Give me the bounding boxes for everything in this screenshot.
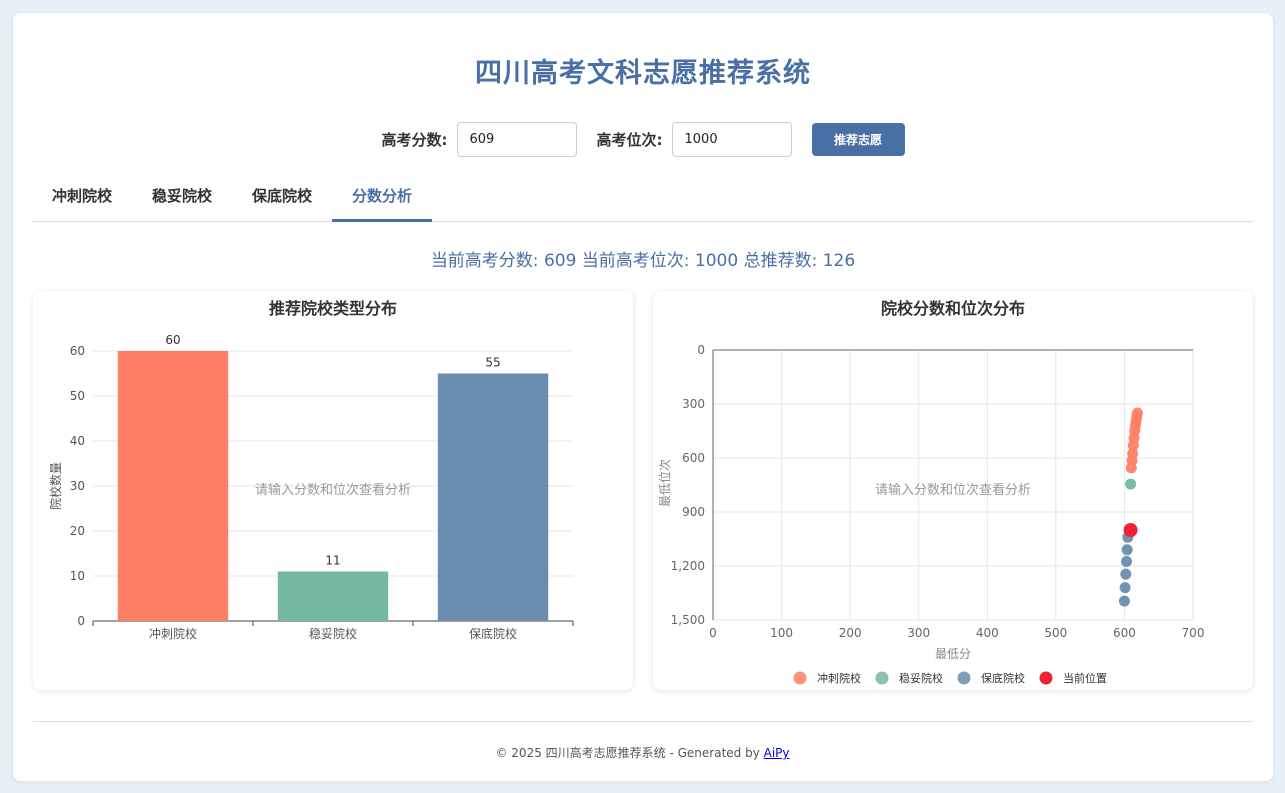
tab-bar: 冲刺院校 稳妥院校 保底院校 分数分析 <box>32 178 1253 222</box>
legend-label-1: 稳妥院校 <box>899 671 943 685</box>
bar-y-tick: 30 <box>70 479 85 493</box>
scatter-point-3 <box>1123 523 1138 537</box>
footer-link[interactable]: AiPy <box>764 746 790 760</box>
scatter-x-tick: 100 <box>770 626 793 640</box>
footer: © 2025 四川高考志愿推荐系统 - Generated by AiPy <box>0 744 1285 761</box>
scatter-point-2 <box>1120 568 1132 580</box>
bar-y-tick: 60 <box>70 344 85 358</box>
scatter-point-0 <box>1125 462 1137 474</box>
legend-label-0: 冲刺院校 <box>817 671 861 685</box>
recommend-button[interactable]: 推荐志愿 <box>811 122 905 156</box>
bar-y-tick: 20 <box>70 524 85 538</box>
bar-x-tick-label: 冲刺院校 <box>149 626 197 641</box>
query-form: 高考分数: 高考位次: 推荐志愿 <box>13 121 1273 157</box>
scatter-overlay-text: 请输入分数和位次查看分析 <box>875 482 1031 498</box>
scatter-x-tick: 0 <box>709 626 717 640</box>
scatter-point-2 <box>1119 582 1131 594</box>
bar-y-axis-label: 院校数量 <box>48 462 63 510</box>
scatter-chart: 0 100 200 300 400 500 600 700 0 300 600 900 1,200 1,5… <box>657 343 1205 685</box>
tab-chong[interactable]: 冲刺院校 <box>32 178 132 222</box>
scatter-y-tick: 0 <box>697 343 705 357</box>
bar-chart-card: 推荐院校类型分布 0 10 20 30 40 50 60 60 冲刺院校 11 稳妥院校 55 保底院校… <box>33 291 633 690</box>
scatter-x-axis-label: 最低分 <box>935 647 971 661</box>
bar-value-label: 11 <box>325 554 340 568</box>
footer-text: © 2025 四川高考志愿推荐系统 - Generated by <box>495 746 764 760</box>
bar-value-label: 60 <box>165 333 180 347</box>
legend-label-3: 当前位置 <box>1063 671 1107 685</box>
scatter-point-2 <box>1118 595 1130 607</box>
summary-text: 当前高考分数: 609 当前高考位次: 1000 总推荐数: 126 <box>430 251 856 271</box>
bar-chart: 0 10 20 30 40 50 60 60 冲刺院校 11 稳妥院校 55 保底院校 院校数量 请输入分数… <box>48 333 574 641</box>
bar-y-tick: 0 <box>77 614 85 628</box>
scatter-y-tick: 1,200 <box>671 559 705 573</box>
tab-bao[interactable]: 保底院校 <box>232 178 332 222</box>
scatter-y-tick: 600 <box>682 451 705 465</box>
bar-1 <box>277 571 389 621</box>
scatter-point-1 <box>1125 478 1137 490</box>
scatter-x-tick: 500 <box>1044 626 1067 640</box>
scatter-point-2 <box>1121 544 1133 556</box>
bar-y-tick: 50 <box>70 389 85 403</box>
tab-wen[interactable]: 稳妥院校 <box>132 178 232 222</box>
legend-label-2: 保底院校 <box>981 671 1025 685</box>
scatter-y-tick: 1,500 <box>671 613 705 627</box>
tab-analysis[interactable]: 分数分析 <box>332 178 433 222</box>
scatter-y-axis-label: 最低位次 <box>657 459 672 507</box>
scatter-x-tick: 700 <box>1182 626 1205 640</box>
scatter-x-tick: 400 <box>976 626 999 640</box>
bar-y-tick: 40 <box>70 434 85 448</box>
bar-2 <box>437 373 549 621</box>
footer-divider <box>33 721 1253 722</box>
scatter-x-tick: 200 <box>839 626 862 640</box>
bar-value-label: 55 <box>485 356 500 370</box>
bar-y-tick: 10 <box>70 569 85 583</box>
bar-0 <box>117 351 229 621</box>
legend-marker-0 <box>793 671 807 685</box>
rank-label: 高考位次: <box>596 130 663 149</box>
scatter-chart-card: 院校分数和位次分布 0 100 200 300 400 500 600 700 0 300 600 9… <box>653 291 1253 690</box>
rank-input[interactable] <box>671 121 792 157</box>
legend-marker-3 <box>1039 671 1053 685</box>
bar-x-tick-label: 保底院校 <box>469 626 517 641</box>
legend-marker-2 <box>957 671 971 685</box>
scatter-y-tick: 900 <box>682 505 705 519</box>
score-input[interactable] <box>456 121 577 157</box>
legend-marker-1 <box>875 671 889 685</box>
scatter-x-tick: 600 <box>1113 626 1136 640</box>
bar-x-tick-label: 稳妥院校 <box>309 626 357 641</box>
scatter-point-2 <box>1120 556 1132 567</box>
scatter-y-tick: 300 <box>682 397 705 411</box>
bar-overlay-text: 请输入分数和位次查看分析 <box>255 482 411 498</box>
scatter-x-tick: 300 <box>907 626 930 640</box>
score-label: 高考分数: <box>381 130 448 149</box>
page-title: 四川高考文科志愿推荐系统 <box>475 58 811 89</box>
